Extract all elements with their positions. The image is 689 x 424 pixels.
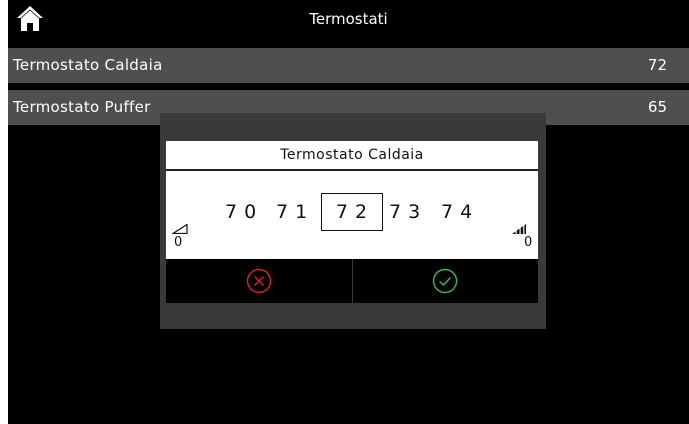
- cancel-button[interactable]: [166, 259, 352, 303]
- dialog-title: Termostato Caldaia: [280, 147, 424, 163]
- cancel-x-circle-icon: [246, 268, 272, 294]
- thermostat-row-caldaia[interactable]: Termostato Caldaia 72: [8, 48, 689, 83]
- dialog-divider: [166, 169, 538, 171]
- value-option[interactable]: 73: [389, 201, 427, 223]
- dialog-button-bar: [166, 259, 538, 303]
- value-picker-dialog: Termostato Caldaia 70 71 72 73 74 0 0: [160, 113, 546, 329]
- header-bar: Termostati: [8, 0, 689, 38]
- confirm-button[interactable]: [353, 259, 538, 303]
- row-label: Termostato Puffer: [13, 98, 151, 116]
- decrease-icon[interactable]: [170, 219, 188, 235]
- row-value: 72: [647, 56, 667, 74]
- row-value: 65: [647, 98, 667, 116]
- value-option[interactable]: 74: [441, 201, 479, 223]
- increase-icon[interactable]: [511, 219, 527, 234]
- selected-value[interactable]: 72: [321, 193, 383, 231]
- confirm-check-circle-icon: [432, 268, 458, 294]
- row-label: Termostato Caldaia: [13, 56, 163, 74]
- value-option[interactable]: 70: [225, 201, 263, 223]
- screen: Termostati Termostato Caldaia 72 Termost…: [8, 0, 689, 424]
- dialog-panel: Termostato Caldaia 70 71 72 73 74 0 0: [166, 141, 538, 303]
- value-option[interactable]: 71: [276, 201, 314, 223]
- max-label: 0: [524, 235, 533, 250]
- min-label: 0: [174, 235, 183, 250]
- page-title: Termostati: [309, 10, 388, 28]
